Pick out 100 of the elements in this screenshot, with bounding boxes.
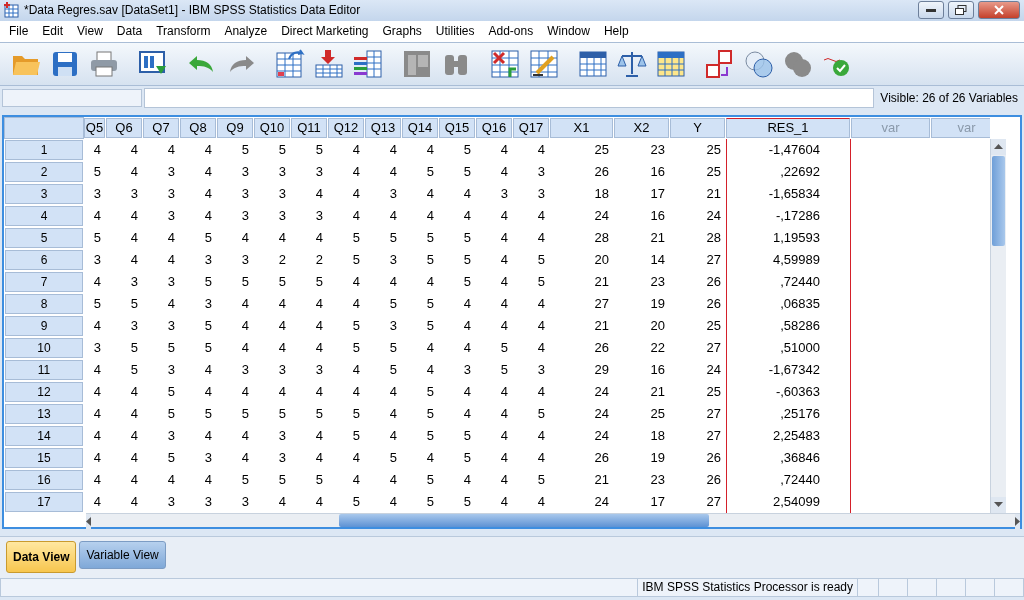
table-cell-text: 5 <box>536 471 546 490</box>
table-cell-text: 5 <box>351 493 361 512</box>
table-cell-text: 4 <box>92 449 102 468</box>
column-header[interactable]: Q8 <box>180 117 216 138</box>
column-header[interactable]: Q13 <box>365 117 401 138</box>
menu-item[interactable]: Help <box>596 22 636 41</box>
row-header[interactable]: 12 <box>5 381 83 402</box>
menu-item[interactable]: Data <box>109 22 150 41</box>
row-header[interactable]: 3 <box>5 183 83 204</box>
table-cell-text: 5 <box>388 361 398 380</box>
table-cell-text: 5 <box>240 141 250 160</box>
view-tab[interactable]: Data View <box>6 541 77 574</box>
column-header[interactable]: Q9 <box>217 117 253 138</box>
table-cell-text: 3 <box>314 207 324 226</box>
row-header[interactable]: 10 <box>5 337 83 358</box>
cell-reference-field[interactable] <box>2 89 142 108</box>
row-header[interactable]: 4 <box>5 205 83 226</box>
menu-item[interactable]: Utilities <box>428 22 482 41</box>
table-cell-text: 4 <box>203 471 213 490</box>
row-header[interactable]: 14 <box>5 425 83 446</box>
table-cell-text: 4 <box>92 471 102 490</box>
menu-item[interactable]: File <box>2 22 36 41</box>
table-cell-text: 4 <box>425 449 435 468</box>
row-header[interactable]: 15 <box>5 447 83 468</box>
table-cell-text: 5 <box>351 339 361 358</box>
table-cell-text: 4 <box>277 339 287 358</box>
column-header[interactable]: X1 <box>550 117 613 138</box>
scroll-thumb[interactable] <box>339 513 709 527</box>
menu-item[interactable]: Direct Marketing <box>274 22 376 41</box>
row-header[interactable]: 16 <box>5 469 83 490</box>
column-header[interactable]: Q11 <box>291 117 327 138</box>
column-header[interactable]: X2 <box>614 117 669 138</box>
menu-item[interactable]: Analyze <box>217 22 275 41</box>
menu-item[interactable]: Transform <box>149 22 218 41</box>
horizontal-scrollbar[interactable] <box>86 512 1020 527</box>
column-header[interactable]: Q14 <box>402 117 438 138</box>
menu-item[interactable]: Window <box>540 22 597 41</box>
column-header[interactable]: Q12 <box>328 117 364 138</box>
table-cell-text: 4 <box>351 383 361 402</box>
table-cell-text: 3 <box>536 185 546 204</box>
table-cell-text: 4 <box>129 405 139 424</box>
menu-item[interactable]: Add-ons <box>481 22 541 41</box>
column-header[interactable]: Q5 <box>84 117 105 138</box>
column-header[interactable]: Q17 <box>513 117 549 138</box>
column-header[interactable]: Q6 <box>106 117 142 138</box>
row-header[interactable]: 9 <box>5 315 83 336</box>
table-cell-text: 24 <box>593 383 610 402</box>
table-cell-text: 4 <box>536 317 546 336</box>
row-header[interactable]: 6 <box>5 249 83 270</box>
row-header[interactable]: 1 <box>5 139 83 160</box>
column-header[interactable]: Q16 <box>476 117 512 138</box>
table-cell-text: 4 <box>277 229 287 248</box>
table-cell-text: 4 <box>462 317 472 336</box>
restore-button[interactable] <box>948 1 974 20</box>
spreadsheet-icon <box>656 49 686 78</box>
table-cell-text: 4 <box>388 471 398 490</box>
table-cell-text: 5 <box>462 427 472 446</box>
row-header[interactable]: 11 <box>5 359 83 380</box>
row-header[interactable]: 2 <box>5 161 83 182</box>
menu-item[interactable]: Edit <box>35 22 71 41</box>
toolbar-button[interactable] <box>313 47 345 80</box>
toolbar-button[interactable] <box>274 47 306 80</box>
menu-item[interactable]: Graphs <box>375 22 429 41</box>
row-header[interactable]: 5 <box>5 227 83 248</box>
table-cell: ,72440 <box>726 270 851 293</box>
table-cell-text: 5 <box>425 229 435 248</box>
split-table-icon <box>402 48 432 79</box>
column-header[interactable]: RES_1 <box>726 117 850 138</box>
scroll-thumb[interactable] <box>992 155 1005 246</box>
table-cell-text: 5 <box>129 295 139 314</box>
table-cell-text: 4 <box>129 141 139 160</box>
table-cell-text: 5 <box>388 339 398 358</box>
table-cell: ,25176 <box>726 402 851 425</box>
table-cell-text: 4 <box>388 493 398 512</box>
table-cell-text: 28 <box>705 229 722 248</box>
table-cell-text: 4 <box>314 185 324 204</box>
toolbar-button[interactable] <box>352 47 384 80</box>
cell-value-field[interactable] <box>144 88 875 109</box>
close-button[interactable] <box>978 1 1020 20</box>
column-header[interactable]: Q15 <box>439 117 475 138</box>
table-cell-text: 4 <box>240 317 250 336</box>
table-cell-text: 4 <box>240 449 250 468</box>
table-cell-text: 3 <box>277 449 287 468</box>
view-tab[interactable]: Variable View <box>79 541 166 570</box>
row-header[interactable]: 17 <box>5 491 83 512</box>
table-cell-text: 25 <box>593 141 610 160</box>
row-header[interactable]: 7 <box>5 271 83 292</box>
toolbar-button[interactable] <box>528 47 560 80</box>
row-header[interactable]: 13 <box>5 403 83 424</box>
column-header[interactable]: Q7 <box>143 117 179 138</box>
table-cell-text: 25 <box>705 163 722 182</box>
table-cell: ,58286 <box>726 314 851 337</box>
table-cell-text: 24 <box>593 427 610 446</box>
column-header[interactable]: Q10 <box>254 117 290 138</box>
menu-item[interactable]: View <box>70 22 110 41</box>
column-header[interactable]: Y <box>670 117 725 138</box>
table-cell-text: 27 <box>705 427 722 446</box>
minimize-button[interactable] <box>918 1 944 20</box>
row-header[interactable]: 8 <box>5 293 83 314</box>
vertical-scrollbar[interactable] <box>990 138 1006 513</box>
